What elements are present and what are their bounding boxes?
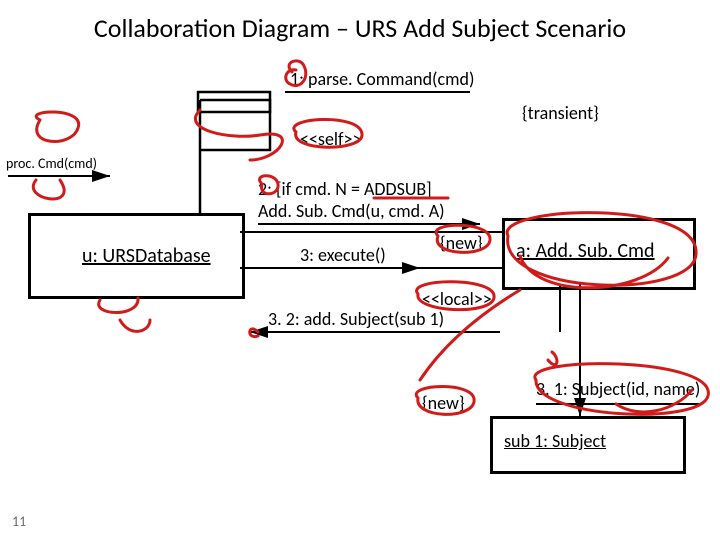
msg-3-2: 3. 2: add. Subject(sub 1) — [268, 308, 444, 330]
object-u-label: u: URSDatabase — [82, 244, 211, 268]
constraint-new-1: {new} — [440, 232, 483, 254]
stereotype-self: <<self>> — [300, 128, 361, 150]
actor-message: proc. Cmd(cmd) — [6, 155, 97, 172]
msg-3-1: 3. 1: Subject(id, name) — [536, 378, 700, 400]
msg-2-call: Add. Sub. Cmd(u, cmd. A) — [258, 200, 445, 222]
constraint-transient: {transient} — [522, 102, 599, 124]
stereotype-local: <<local>> — [422, 288, 492, 310]
msg-1: 1: parse. Command(cmd) — [290, 68, 474, 90]
object-a-label: a: Add. Sub. Cmd — [516, 239, 655, 263]
diagram-canvas: { "title": "Collaboration Diagram – URS … — [0, 0, 720, 540]
constraint-new-2: {new} — [422, 392, 465, 414]
slide-number: 11 — [12, 513, 26, 530]
msg-2-guard: 2: [if cmd. N = ADDSUB] — [258, 178, 432, 200]
object-sub1-label: sub 1: Subject — [504, 430, 606, 452]
msg-3: 3: execute() — [300, 244, 386, 266]
page-title: Collaboration Diagram – URS Add Subject … — [0, 12, 720, 44]
